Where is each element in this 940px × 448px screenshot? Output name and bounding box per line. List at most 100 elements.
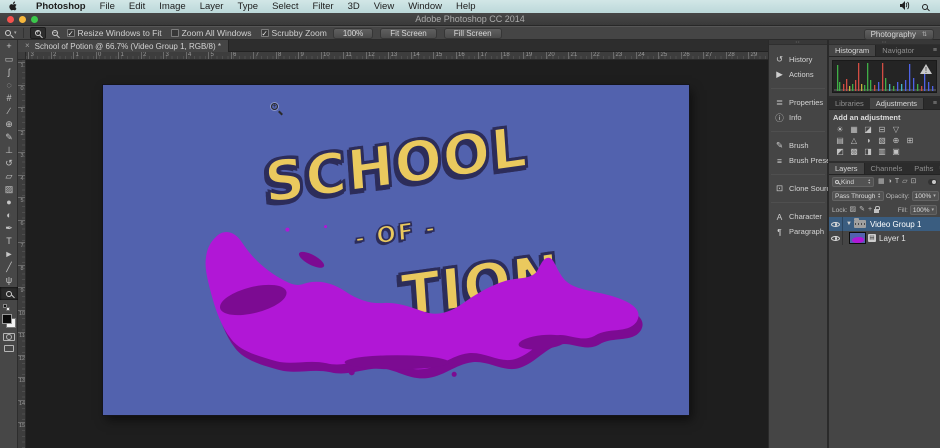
vertical-ruler[interactable]: 1 0 1 2 3 4 5 6 7 8 9 10 11 12 13 14 15 — [18, 60, 26, 448]
panel-button-info[interactable]: ⓘ Info — [769, 110, 827, 125]
panel-button-clone-source[interactable]: ⊡ Clone Source — [769, 181, 835, 196]
tab-layers[interactable]: Layers — [829, 163, 865, 174]
tab-libraries[interactable]: Libraries — [829, 98, 870, 109]
adjustment-photo-filter-icon[interactable]: ▧ — [877, 136, 887, 145]
tab-close-icon[interactable]: × — [25, 42, 30, 50]
panel-button-paragraph[interactable]: ¶ Paragraph — [769, 224, 827, 239]
adjustment-posterize-icon[interactable]: ▩ — [849, 147, 859, 156]
filter-smart-objects-icon[interactable]: ⊡ — [911, 177, 917, 187]
horizontal-ruler[interactable]: 3 2 1 0 1 2 3 4 5 6 7 8 9 10 11 12 13 14 15 16 17 18 19 20 21 22 2… — [26, 52, 768, 60]
lock-position-icon[interactable]: + — [868, 205, 872, 215]
checkbox-resize-windows-to-fit[interactable]: ✓ Resize Windows to Fit — [66, 28, 162, 38]
panel-button-brush[interactable]: ✎ Brush — [769, 138, 827, 153]
eraser-tool[interactable]: ▱ — [0, 170, 18, 183]
tab-navigator[interactable]: Navigator — [876, 45, 920, 56]
menu-item-select[interactable]: Select — [265, 1, 305, 12]
spotlight-search-icon[interactable] — [922, 3, 928, 10]
layer-row-layer-1[interactable]: ▤ Layer 1 — [829, 231, 940, 245]
ruler-origin-corner[interactable] — [18, 52, 26, 60]
lasso-tool[interactable]: ʃ — [0, 66, 18, 79]
canvas[interactable]: SCHOOL - OF - TION — [103, 85, 689, 415]
crop-tool[interactable]: # — [0, 92, 18, 105]
adjustment-brightness-contrast-icon[interactable]: ☀ — [835, 125, 845, 134]
adjustment-exposure-icon[interactable]: ⊟ — [877, 125, 887, 134]
adjustment-black-white-icon[interactable]: ◑ — [863, 136, 873, 145]
quick-mask-button[interactable] — [3, 333, 15, 341]
blend-mode-select[interactable]: Pass Through ▲ ▼ — [832, 191, 884, 201]
quick-selection-tool[interactable]: ◌ — [0, 79, 18, 92]
cached-data-warning-icon[interactable]: ! — [918, 63, 934, 75]
healing-brush-tool[interactable]: ⊕ — [0, 118, 18, 131]
move-tool[interactable]: + — [0, 40, 18, 53]
clone-stamp-tool[interactable]: ⊥ — [0, 144, 18, 157]
filter-pixel-layers-icon[interactable]: ▦ — [878, 177, 885, 187]
document-tab[interactable]: × School of Potion @ 66.7% (Video Group … — [18, 40, 229, 52]
tab-histogram[interactable]: Histogram — [829, 45, 877, 56]
menu-item-filter[interactable]: Filter — [305, 1, 340, 12]
menu-item-edit[interactable]: Edit — [122, 1, 152, 12]
fill-select[interactable]: 100% ▾ — [909, 205, 937, 215]
panel-button-brush-presets[interactable]: ≡ Brush Prese... — [769, 153, 837, 168]
zoom-in-mode-button[interactable] — [29, 27, 46, 39]
panel-button-character[interactable]: A Character — [769, 209, 827, 224]
adjustment-color-lookup-icon[interactable]: ⊞ — [905, 136, 915, 145]
filter-type-layers-icon[interactable]: T — [895, 177, 899, 187]
pen-tool[interactable]: ✒ — [0, 222, 18, 235]
checkbox-box[interactable]: ✓ — [66, 29, 75, 37]
adjustment-invert-icon[interactable]: ◩ — [835, 147, 845, 156]
layer-filter-switch[interactable] — [928, 179, 937, 185]
default-colors-icon[interactable] — [3, 304, 10, 311]
brush-tool[interactable]: ✎ — [0, 131, 18, 144]
marquee-tool[interactable]: ▭ — [0, 53, 18, 66]
lock-all-icon[interactable] — [874, 206, 880, 213]
tab-paths[interactable]: Paths — [908, 163, 939, 174]
100-button[interactable]: 100% — [332, 27, 374, 39]
panel-button-actions[interactable]: ▶ Actions — [769, 67, 827, 82]
menu-item-help[interactable]: Help — [449, 1, 483, 12]
visibility-toggle[interactable] — [829, 217, 843, 231]
dodge-tool[interactable]: ◐ — [0, 209, 18, 222]
layer-thumbnail[interactable] — [849, 232, 866, 244]
zoom-tool[interactable] — [0, 287, 18, 300]
checkbox-box[interactable] — [170, 29, 179, 37]
menu-item-file[interactable]: File — [93, 1, 122, 12]
fill-screen-button[interactable]: Fill Screen — [443, 27, 502, 39]
checkbox-zoom-all-windows[interactable]: Zoom All Windows — [170, 28, 252, 38]
hand-tool[interactable]: ψ — [0, 274, 18, 287]
adjustment-curves-icon[interactable]: ◪ — [863, 125, 873, 134]
tab-adjustments[interactable]: Adjustments — [869, 98, 925, 109]
adjustment-vibrance-icon[interactable]: ▽ — [891, 125, 901, 134]
workspace-switcher[interactable]: Photography ⇅ — [863, 29, 934, 40]
adjustment-threshold-icon[interactable]: ◨ — [863, 147, 873, 156]
adjustment-hue-saturation-icon[interactable]: ▤ — [835, 136, 845, 145]
active-tool-icon[interactable]: ▾ — [5, 30, 17, 36]
blur-tool[interactable]: ● — [0, 196, 18, 209]
adjustment-channel-mixer-icon[interactable]: ⊕ — [891, 136, 901, 145]
adjustment-gradient-map-icon[interactable]: ▥ — [877, 147, 887, 156]
type-tool[interactable]: T — [0, 235, 18, 248]
apple-menu-icon[interactable] — [8, 1, 19, 12]
line-tool[interactable]: ╱ — [0, 261, 18, 274]
path-selection-tool[interactable]: ► — [0, 248, 18, 261]
filter-shape-layers-icon[interactable]: ▱ — [902, 177, 907, 187]
zoom-out-mode-button[interactable] — [51, 30, 58, 36]
menu-item-view[interactable]: View — [367, 1, 401, 12]
checkbox-scrubby-zoom[interactable]: ✓ Scrubby Zoom — [260, 28, 327, 38]
histogram-panel-menu-icon[interactable]: ≡ — [933, 45, 940, 56]
screen-mode-button[interactable] — [4, 345, 14, 352]
menu-item-layer[interactable]: Layer — [193, 1, 231, 12]
menu-item-3d[interactable]: 3D — [341, 1, 367, 12]
lock-transparent-pixels-icon[interactable]: ▨ — [850, 205, 857, 215]
adjustment-color-balance-icon[interactable]: △ — [849, 136, 859, 145]
panel-button-history[interactable]: ↺ History — [769, 52, 827, 67]
checkbox-box[interactable]: ✓ — [260, 29, 269, 37]
volume-icon[interactable] — [900, 0, 910, 13]
layer-filter-kind-select[interactable]: Kind ▲ ▼ — [832, 177, 874, 187]
menu-item-type[interactable]: Type — [230, 1, 265, 12]
filter-adjustment-layers-icon[interactable]: ◑ — [888, 177, 892, 187]
opacity-select[interactable]: 100% ▾ — [911, 191, 939, 201]
adjustments-panel-menu-icon[interactable]: ≡ — [933, 98, 940, 109]
menu-item-image[interactable]: Image — [152, 1, 192, 12]
history-brush-tool[interactable]: ↺ — [0, 157, 18, 170]
gradient-tool[interactable]: ▨ — [0, 183, 18, 196]
